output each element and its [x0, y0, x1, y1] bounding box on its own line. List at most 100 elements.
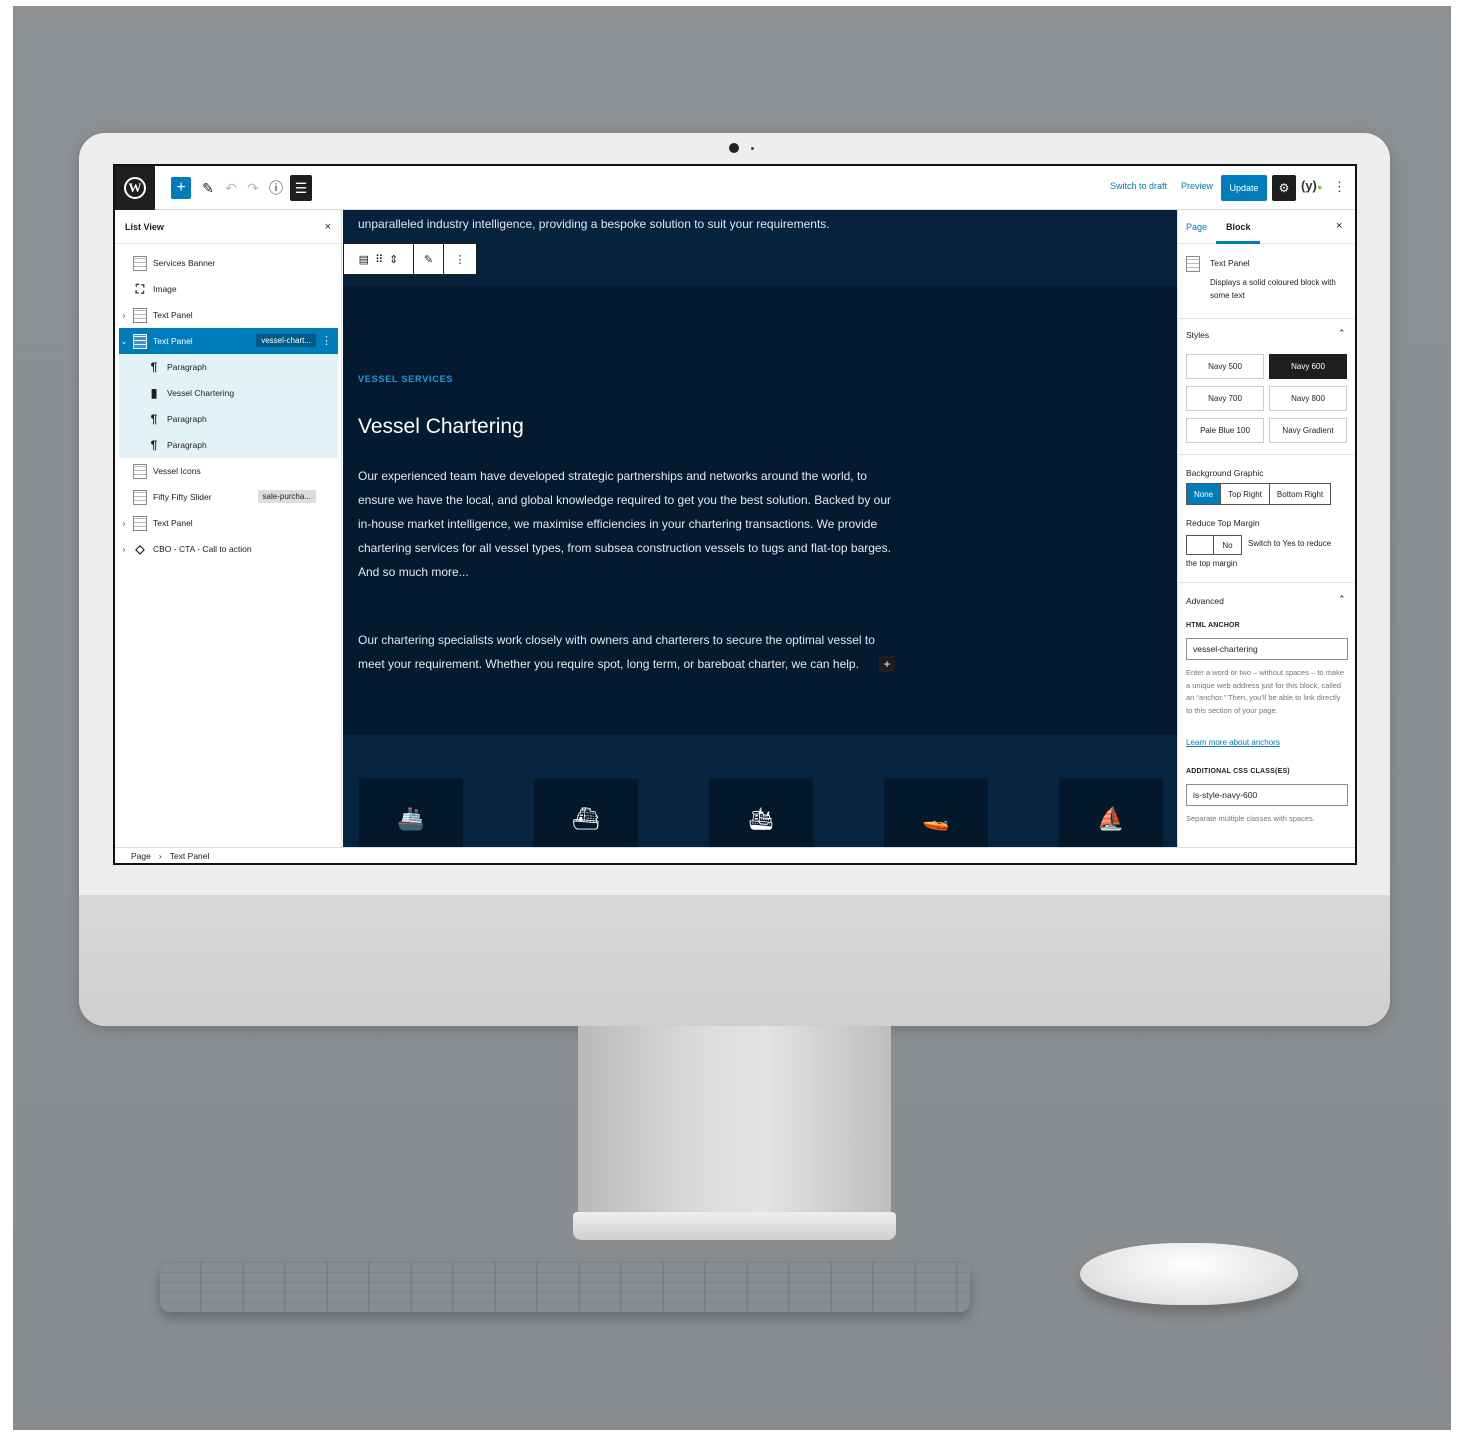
- edit-tool-icon[interactable]: ✎: [199, 177, 217, 199]
- tab-block[interactable]: Block: [1226, 222, 1251, 232]
- inline-add-block-button[interactable]: +: [879, 656, 895, 672]
- bookmark-icon: ▮: [150, 386, 158, 400]
- redo-icon[interactable]: ↷: [245, 177, 261, 199]
- html-anchor-input[interactable]: vessel-chartering: [1186, 638, 1348, 660]
- list-item-label: Text Panel: [153, 310, 193, 320]
- list-item-label: Text Panel: [153, 518, 193, 528]
- paragraph-1[interactable]: Our experienced team have developed stra…: [358, 464, 898, 584]
- chevron-up-icon[interactable]: ⌃: [1338, 328, 1346, 339]
- block-icon: [133, 333, 147, 349]
- bg-option-bottom-right[interactable]: Bottom Right: [1270, 484, 1330, 504]
- advanced-heading[interactable]: Advanced: [1186, 596, 1224, 606]
- list-item-label: Paragraph: [167, 362, 207, 372]
- style-navy-800[interactable]: Navy 800: [1269, 386, 1347, 411]
- block-icon: [133, 255, 147, 271]
- list-item[interactable]: Vessel Icons: [119, 458, 338, 484]
- block-type-switcher[interactable]: ▤ ⠿ ⇕: [344, 244, 414, 274]
- more-options-icon[interactable]: ⋮: [1333, 179, 1346, 195]
- block-options-icon[interactable]: ⋮: [321, 334, 332, 347]
- yoast-seo-icon[interactable]: (y)●: [1301, 178, 1322, 193]
- add-block-button[interactable]: +: [171, 177, 191, 199]
- undo-icon[interactable]: ↶: [223, 177, 239, 199]
- chevron-right-icon[interactable]: ›: [119, 545, 129, 554]
- background-graphic-label: Background Graphic: [1186, 468, 1264, 478]
- block-card-description: Displays a solid coloured block with som…: [1210, 278, 1336, 300]
- list-item[interactable]: › Text Panel: [119, 510, 338, 536]
- wordpress-logo[interactable]: W: [115, 166, 155, 210]
- list-item[interactable]: ¶ Paragraph: [119, 354, 338, 380]
- chevron-up-icon[interactable]: ⌃: [1338, 594, 1346, 605]
- vessel-icon: ⛴: [534, 779, 638, 847]
- move-up-down-icon[interactable]: ⇕: [389, 253, 398, 266]
- block-more-options-icon[interactable]: ⋮: [444, 244, 476, 274]
- background-graphic-control: None Top Right Bottom Right: [1186, 483, 1332, 505]
- list-item[interactable]: ¶ Paragraph: [119, 432, 338, 458]
- toggle-knob: [1187, 536, 1214, 554]
- list-item[interactable]: ⛶ Image: [119, 276, 338, 302]
- update-button[interactable]: Update: [1221, 175, 1267, 201]
- camera-icon: [729, 143, 739, 153]
- settings-gear-icon[interactable]: ⚙: [1272, 175, 1296, 201]
- block-icon: [133, 515, 147, 531]
- chevron-right-icon[interactable]: ›: [119, 519, 129, 528]
- list-item[interactable]: › Text Panel: [119, 302, 338, 328]
- bg-option-top-right[interactable]: Top Right: [1221, 484, 1270, 504]
- list-item[interactable]: ▮ Vessel Chartering: [119, 380, 338, 406]
- anchor-tag: sale-purcha...: [257, 490, 316, 503]
- paragraph-icon: ¶: [150, 412, 158, 426]
- active-tab-indicator: [1216, 241, 1260, 244]
- list-view-title: List View: [125, 221, 164, 232]
- chevron-right-icon[interactable]: ›: [119, 311, 129, 320]
- section-eyebrow[interactable]: VESSEL SERVICES: [358, 374, 453, 384]
- close-icon[interactable]: ×: [1336, 220, 1342, 232]
- list-item-label: Image: [153, 284, 177, 294]
- camera-light: [751, 147, 754, 150]
- styles-heading[interactable]: Styles: [1186, 330, 1209, 340]
- imac-stand-foot: [573, 1212, 896, 1240]
- list-item[interactable]: › ◇ CBO - CTA - Call to action: [119, 536, 338, 562]
- edit-pencil-icon[interactable]: ✎: [414, 244, 444, 274]
- style-pale-blue-100[interactable]: Pale Blue 100: [1186, 418, 1264, 443]
- style-navy-700[interactable]: Navy 700: [1186, 386, 1264, 411]
- list-item-label: Paragraph: [167, 440, 207, 450]
- list-view-icon[interactable]: ☰: [290, 175, 312, 201]
- section-heading[interactable]: Vessel Chartering: [358, 415, 524, 439]
- switch-to-draft-button[interactable]: Switch to draft: [1110, 181, 1167, 191]
- block-icon: [133, 463, 147, 479]
- list-item-label: Services Banner: [153, 258, 216, 268]
- css-classes-label: ADDITIONAL CSS CLASS(ES): [1186, 768, 1290, 775]
- close-icon[interactable]: ×: [325, 221, 331, 233]
- style-navy-gradient[interactable]: Navy Gradient: [1269, 418, 1347, 443]
- keyboard: [160, 1262, 970, 1312]
- block-icon: [133, 307, 147, 323]
- breadcrumb-current[interactable]: Text Panel: [170, 851, 210, 861]
- breadcrumb-root[interactable]: Page: [131, 851, 151, 861]
- editor-toolbar: W + ✎ ↶ ↷ ⓘ ☰ Switch to draft Preview Up…: [115, 166, 1355, 210]
- drag-handle-icon[interactable]: ⠿: [375, 253, 383, 266]
- list-item-selected[interactable]: ⌄ Text Panel vessel-chart... ⋮: [119, 328, 338, 354]
- paragraph-icon: ¶: [150, 360, 158, 374]
- chevron-down-icon[interactable]: ⌄: [119, 337, 129, 346]
- list-item[interactable]: Fifty Fifty Slider sale-purcha...: [119, 484, 338, 510]
- learn-more-anchors-link[interactable]: Learn more about anchors: [1186, 738, 1280, 747]
- toggle-help-2: the top margin: [1186, 559, 1238, 568]
- tab-page[interactable]: Page: [1186, 222, 1207, 232]
- css-classes-help: Separate multiple classes with spaces.: [1186, 814, 1315, 823]
- list-item-label: Fifty Fifty Slider: [153, 492, 212, 502]
- preview-button[interactable]: Preview: [1181, 181, 1213, 191]
- image-icon: ⛶: [135, 281, 145, 296]
- list-item[interactable]: Services Banner: [119, 250, 338, 276]
- style-navy-600[interactable]: Navy 600: [1269, 354, 1347, 379]
- imac-chin: [79, 895, 1390, 1026]
- style-navy-500[interactable]: Navy 500: [1186, 354, 1264, 379]
- block-breadcrumb: Page › Text Panel: [115, 847, 1355, 863]
- paragraph-2[interactable]: Our chartering specialists work closely …: [358, 628, 898, 676]
- intro-paragraph[interactable]: unparalleled industry intelligence, prov…: [358, 217, 830, 231]
- info-icon[interactable]: ⓘ: [267, 177, 285, 199]
- css-classes-input[interactable]: is-style-navy-600: [1186, 784, 1348, 806]
- list-item[interactable]: ¶ Paragraph: [119, 406, 338, 432]
- reduce-top-margin-toggle[interactable]: No: [1186, 535, 1242, 555]
- bg-option-none[interactable]: None: [1187, 484, 1222, 504]
- divider: [1178, 582, 1355, 583]
- reusable-block-icon: ◇: [135, 542, 145, 556]
